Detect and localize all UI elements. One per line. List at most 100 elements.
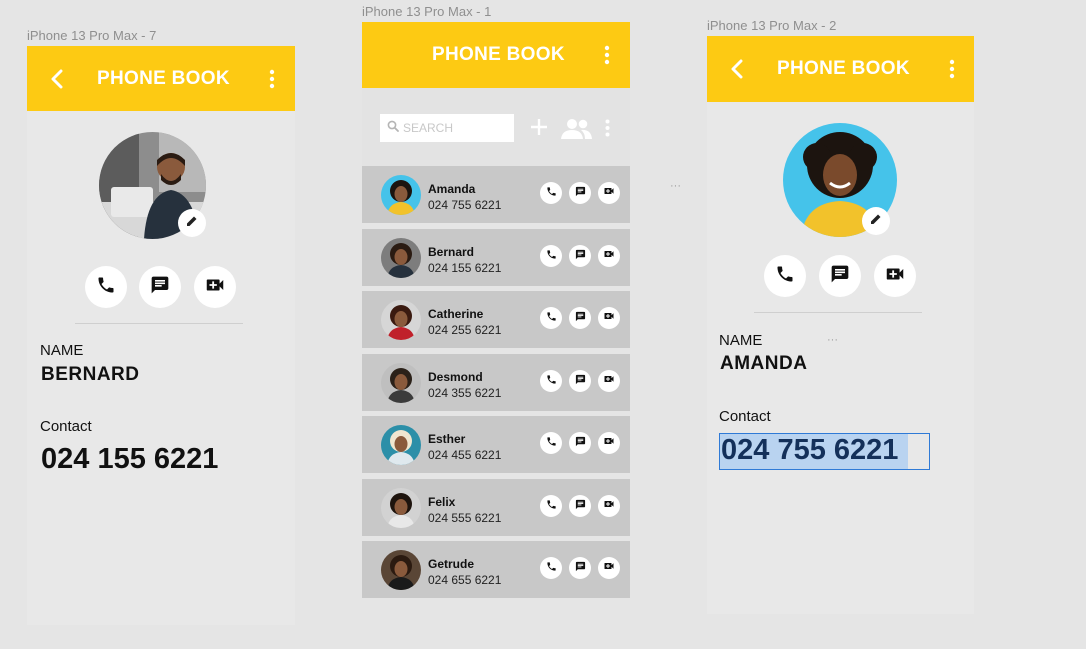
video-call-icon — [603, 497, 615, 515]
contact-name: Desmond — [428, 369, 483, 384]
phone-icon — [546, 559, 557, 577]
video-call-button[interactable] — [598, 307, 620, 329]
phone-icon — [546, 309, 557, 327]
message-icon — [575, 497, 586, 515]
contact-value: 024 755 6221 — [721, 434, 899, 466]
call-button[interactable] — [540, 244, 562, 267]
message-icon — [575, 184, 586, 202]
video-call-button[interactable] — [598, 557, 620, 579]
name-label: NAME — [719, 332, 763, 349]
call-button[interactable] — [540, 557, 562, 579]
edit-photo-button[interactable] — [178, 209, 206, 237]
contact-phone: 024 255 6221 — [428, 323, 502, 337]
message-button[interactable] — [819, 255, 861, 297]
message-button[interactable] — [569, 369, 591, 392]
message-button[interactable] — [569, 244, 591, 267]
app-title: PHONE BOOK — [97, 67, 230, 89]
video-call-button[interactable] — [598, 494, 620, 517]
contact-row[interactable]: Desmond 024 355 6221 — [362, 353, 630, 411]
contact-phone: 024 355 6221 — [428, 385, 502, 400]
video-call-button[interactable] — [598, 244, 620, 267]
message-button[interactable] — [569, 307, 591, 329]
contact-name: Getrude — [428, 557, 475, 571]
contact-avatar — [381, 487, 421, 528]
contact-row[interactable]: Bernard 024 155 6221 — [362, 228, 630, 286]
video-call-icon — [603, 559, 615, 577]
contact-row[interactable]: Esther 024 455 6221 — [362, 416, 630, 473]
message-icon — [150, 275, 170, 300]
contact-row[interactable]: Catherine 024 255 6221 — [362, 291, 630, 348]
contact-row[interactable]: Getrude 024 655 6221 — [362, 541, 630, 598]
group-icon[interactable] — [559, 117, 593, 146]
call-button[interactable] — [540, 307, 562, 329]
app-bar: PHONE BOOK — [27, 46, 295, 111]
message-button[interactable] — [569, 557, 591, 579]
video-call-button[interactable] — [598, 182, 620, 204]
name-value: BERNARD — [41, 364, 140, 385]
call-button[interactable] — [540, 494, 562, 517]
contact-name: Amanda — [428, 182, 476, 196]
message-button[interactable] — [569, 182, 591, 204]
contact-name: Felix — [428, 494, 456, 509]
call-button[interactable] — [540, 432, 562, 454]
call-button[interactable] — [540, 369, 562, 392]
more-vert-icon[interactable] — [260, 46, 284, 111]
message-button[interactable] — [569, 494, 591, 517]
ellipsis: ··· — [670, 180, 681, 192]
contact-phone: 024 455 6221 — [428, 448, 502, 462]
video-call-button[interactable] — [598, 369, 620, 392]
call-button[interactable] — [85, 266, 127, 308]
video-call-icon — [884, 263, 906, 290]
frame-label-right: iPhone 13 Pro Max - 2 — [707, 18, 837, 33]
contact-value: 024 155 6221 — [41, 443, 219, 475]
message-icon — [575, 247, 586, 265]
contact-name: Catherine — [428, 307, 484, 321]
call-button[interactable] — [764, 255, 806, 297]
search-input[interactable] — [403, 121, 503, 135]
phone-icon — [546, 247, 557, 265]
app-bar: PHONE BOOK — [362, 22, 630, 88]
message-icon — [575, 434, 586, 452]
phone-icon — [546, 372, 557, 390]
message-icon — [830, 264, 850, 289]
phone-icon — [546, 184, 557, 202]
contact-phone: 024 555 6221 — [428, 510, 502, 525]
app-title: PHONE BOOK — [432, 44, 565, 65]
divider — [75, 323, 243, 324]
message-icon — [575, 372, 586, 390]
call-button[interactable] — [540, 182, 562, 204]
contact-value-field[interactable]: 024 755 6221 — [719, 433, 930, 470]
more-vert-icon[interactable] — [595, 22, 619, 88]
contact-row[interactable]: Felix 024 555 6221 — [362, 478, 630, 536]
search-box[interactable] — [380, 114, 514, 142]
contact-name: Bernard — [428, 244, 475, 259]
video-call-icon — [603, 309, 615, 327]
ellipsis: ··· — [827, 334, 838, 346]
video-call-button[interactable] — [598, 432, 620, 454]
video-call-button[interactable] — [874, 255, 916, 297]
message-button[interactable] — [569, 432, 591, 454]
contact-row[interactable]: Amanda 024 755 6221 — [362, 166, 630, 223]
search-icon — [387, 119, 399, 137]
contact-avatar — [381, 175, 421, 215]
back-arrow-icon[interactable] — [725, 36, 749, 102]
message-icon — [575, 559, 586, 577]
video-call-button[interactable] — [194, 266, 236, 308]
phone-icon — [96, 275, 116, 300]
more-vert-icon[interactable] — [605, 119, 610, 142]
contact-phone: 024 655 6221 — [428, 573, 502, 587]
add-icon[interactable] — [530, 118, 548, 141]
back-arrow-icon[interactable] — [45, 46, 69, 111]
contact-avatar — [381, 362, 421, 403]
message-button[interactable] — [139, 266, 181, 308]
more-vert-icon[interactable] — [940, 36, 964, 102]
app-title: PHONE BOOK — [777, 58, 910, 79]
edit-photo-button[interactable] — [862, 207, 890, 235]
edit-icon — [186, 214, 198, 232]
phone-icon — [546, 497, 557, 515]
contact-phone: 024 155 6221 — [428, 260, 502, 275]
name-label: NAME — [40, 342, 84, 359]
video-call-icon — [603, 372, 615, 390]
phone-icon — [775, 264, 795, 289]
contact-label: Contact — [40, 418, 92, 435]
